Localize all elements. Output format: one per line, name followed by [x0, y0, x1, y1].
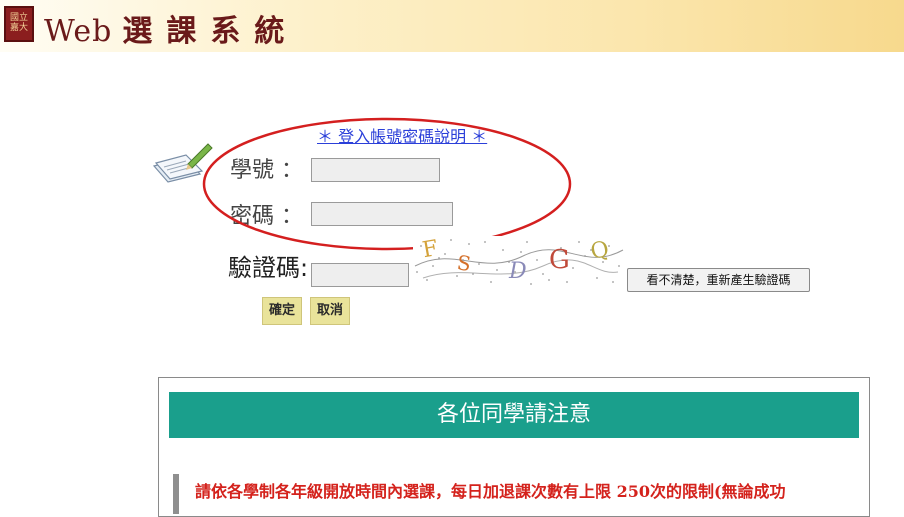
captcha-label: 驗證碼: [228, 254, 309, 282]
svg-text:G: G [549, 245, 570, 275]
captcha-image: F S D G Q [413, 236, 625, 288]
svg-text:D: D [508, 259, 527, 284]
confirm-button[interactable]: 確定 [262, 297, 302, 325]
app-title: Web 選課系統 [44, 6, 298, 50]
captcha-input[interactable] [311, 263, 409, 287]
regenerate-captcha-button[interactable]: 看不清楚，重新產生驗證碼 [627, 268, 810, 292]
app-header: 國立 嘉大 Web 選課系統 [0, 0, 904, 52]
school-logo: 國立 嘉大 [4, 6, 34, 42]
app-title-latin: Web [44, 14, 113, 49]
cancel-button[interactable]: 取消 [310, 297, 350, 325]
notice-text: 請依各學制各年級開放時間內選課，每日加退課次數有上限 250次的限制(無論成功 [195, 482, 786, 501]
notice-bullet-bar [173, 474, 179, 514]
app-title-zh: 選課系統 [122, 14, 299, 49]
notice-title: 各位同學請注意 [169, 392, 859, 438]
notice-panel: 各位同學請注意 請依各學制各年級開放時間內選課，每日加退課次數有上限 250次的… [158, 377, 870, 517]
